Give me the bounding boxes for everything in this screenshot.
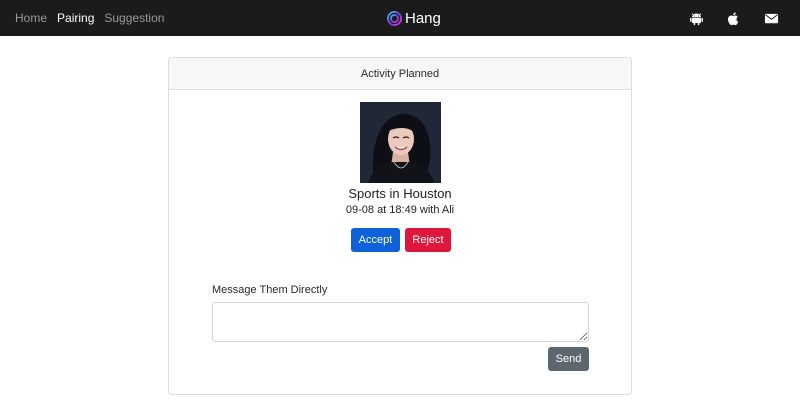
mail-icon[interactable] xyxy=(764,11,779,26)
profile-photo xyxy=(360,102,441,183)
message-label: Message Them Directly xyxy=(212,284,328,296)
nav-link-home[interactable]: Home xyxy=(15,11,47,25)
hang-logo-icon xyxy=(387,10,402,26)
reject-button[interactable]: Reject xyxy=(405,228,451,252)
message-input[interactable] xyxy=(212,302,589,342)
activity-card: Activity Planned Sports in Houston 09-08… xyxy=(168,57,632,395)
card-header: Activity Planned xyxy=(169,58,631,90)
nav-link-pairing[interactable]: Pairing xyxy=(57,11,94,25)
brand[interactable]: Hang xyxy=(387,0,441,36)
nav-link-suggestion[interactable]: Suggestion xyxy=(104,11,164,25)
brand-name: Hang xyxy=(405,9,441,27)
activity-title: Sports in Houston xyxy=(348,186,452,201)
avatar xyxy=(360,102,441,183)
activity-meta: 09-08 at 18:49 with Ali xyxy=(345,204,455,216)
android-icon[interactable] xyxy=(689,11,704,26)
top-navbar: Home Pairing Suggestion Hang xyxy=(0,0,800,36)
apple-icon[interactable] xyxy=(726,11,741,26)
nav-links: Home Pairing Suggestion xyxy=(15,0,174,36)
send-button[interactable]: Send xyxy=(548,347,589,371)
accept-button[interactable]: Accept xyxy=(351,228,400,252)
